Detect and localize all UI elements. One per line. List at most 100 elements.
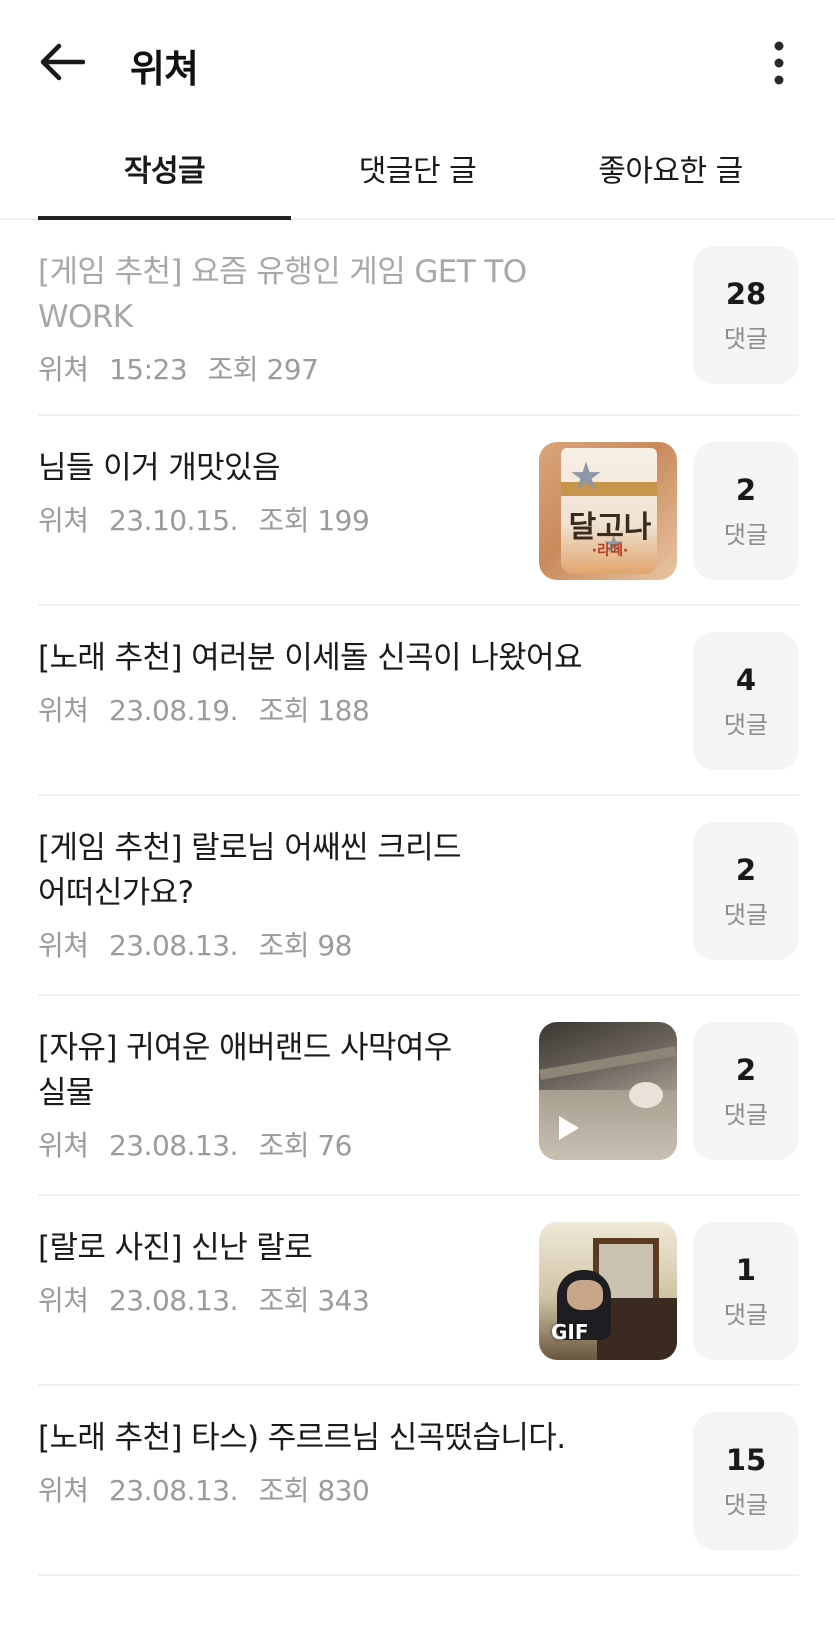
comment-label: 댓글 bbox=[723, 1100, 769, 1129]
post-author: 위쳐 bbox=[38, 504, 89, 537]
list-item: [노래 추천] 타스) 주르르님 신곡떴습니다. 위쳐 23.08.13. 조회… bbox=[38, 1386, 799, 1576]
back-button[interactable] bbox=[30, 30, 94, 94]
post-thumbnail[interactable]: GIF bbox=[539, 1222, 677, 1360]
arrow-left-icon bbox=[40, 43, 85, 81]
gif-badge: GIF bbox=[551, 1320, 589, 1344]
tab-liked-posts[interactable]: 좋아요한 글 bbox=[544, 124, 797, 218]
post-meta: 위쳐 23.10.15. 조회 199 bbox=[38, 499, 523, 539]
comment-label: 댓글 bbox=[723, 900, 769, 929]
post-date: 23.08.13. bbox=[108, 1284, 239, 1317]
comment-count-button[interactable]: 1 댓글 bbox=[693, 1222, 799, 1360]
post-title-line: WORK bbox=[38, 299, 133, 335]
post-title: [게임 추천] 요즘 유행인 게임 GET TO WORK bbox=[38, 250, 677, 340]
tab-commented-posts[interactable]: 댓글단 글 bbox=[291, 124, 544, 218]
post-title-line: [자유] 귀여운 애버랜드 사막여우 bbox=[38, 1030, 452, 1066]
thumbnail-face bbox=[567, 1280, 603, 1310]
post-author: 위쳐 bbox=[38, 1129, 89, 1162]
list-item: [게임 추천] 요즘 유행인 게임 GET TO WORK 위쳐 15:23 조… bbox=[38, 220, 799, 416]
post-meta: 위쳐 15:23 조회 297 bbox=[38, 348, 677, 388]
post-views: 조회 199 bbox=[258, 504, 370, 537]
comment-count: 15 bbox=[725, 1442, 767, 1477]
comment-count: 2 bbox=[735, 472, 757, 507]
post-meta: 위쳐 23.08.19. 조회 188 bbox=[38, 689, 677, 729]
post-meta: 위쳐 23.08.13. 조회 98 bbox=[38, 924, 677, 964]
page-title: 위쳐 bbox=[130, 47, 199, 91]
profile-tabs: 작성글 댓글단 글 좋아요한 글 bbox=[0, 124, 835, 220]
list-item: [게임 추천] 랄로님 어쌔씬 크리드 어떠신가요? 위쳐 23.08.13. … bbox=[38, 796, 799, 996]
post-title: 님들 이거 개맛있음 bbox=[38, 446, 523, 491]
post-link[interactable]: [게임 추천] 요즘 유행인 게임 GET TO WORK 위쳐 15:23 조… bbox=[38, 220, 693, 388]
comment-count-button[interactable]: 2 댓글 bbox=[693, 1022, 799, 1160]
post-meta: 위쳐 23.08.13. 조회 830 bbox=[38, 1469, 677, 1509]
comment-label: 댓글 bbox=[723, 1300, 769, 1329]
comment-count: 1 bbox=[735, 1252, 757, 1287]
more-vertical-icon bbox=[774, 41, 784, 85]
post-title-line: [게임 추천] 랄로님 어쌔씬 크리드 bbox=[38, 830, 462, 866]
star-icon: ★ bbox=[569, 454, 604, 498]
post-link[interactable]: [노래 추천] 여러분 이세돌 신곡이 나왔어요 위쳐 23.08.19. 조회… bbox=[38, 606, 693, 729]
post-link[interactable]: 님들 이거 개맛있음 위쳐 23.10.15. 조회 199 bbox=[38, 416, 539, 539]
comment-count: 4 bbox=[735, 662, 757, 697]
comment-label: 댓글 bbox=[723, 710, 769, 739]
post-title-line: 어떠신가요? bbox=[38, 875, 194, 911]
thumbnail-rail bbox=[539, 1046, 677, 1080]
post-title: [노래 추천] 여러분 이세돌 신곡이 나왔어요 bbox=[38, 636, 677, 681]
post-views: 조회 297 bbox=[207, 353, 319, 386]
post-title-line: 님들 이거 개맛있음 bbox=[38, 450, 280, 486]
post-title: [게임 추천] 랄로님 어쌔씬 크리드 어떠신가요? bbox=[38, 826, 677, 916]
post-date: 15:23 bbox=[108, 353, 188, 386]
comment-count: 28 bbox=[725, 276, 767, 311]
comment-count: 2 bbox=[735, 852, 757, 887]
list-item: [자유] 귀여운 애버랜드 사막여우 실물 위쳐 23.08.13. 조회 76… bbox=[38, 996, 799, 1196]
comment-count-button[interactable]: 2 댓글 bbox=[693, 822, 799, 960]
post-author: 위쳐 bbox=[38, 929, 89, 962]
post-thumbnail[interactable]: ★ ★ 달고나 ·라떼· bbox=[539, 442, 677, 580]
comment-label: 댓글 bbox=[723, 520, 769, 549]
post-title-line: [게임 추천] 요즘 유행인 게임 GET TO bbox=[38, 254, 527, 290]
post-views: 조회 343 bbox=[258, 1284, 370, 1317]
thumbnail-fox bbox=[629, 1082, 663, 1108]
post-list: [게임 추천] 요즘 유행인 게임 GET TO WORK 위쳐 15:23 조… bbox=[0, 220, 835, 1576]
post-title-line: [랄로 사진] 신난 랄로 bbox=[38, 1230, 313, 1266]
list-item: [랄로 사진] 신난 랄로 위쳐 23.08.13. 조회 343 GIF 1 … bbox=[38, 1196, 799, 1386]
top-app-bar: 위쳐 bbox=[0, 0, 835, 124]
post-views: 조회 98 bbox=[258, 929, 352, 962]
post-title: [랄로 사진] 신난 랄로 bbox=[38, 1226, 523, 1271]
post-title-line: [노래 추천] 타스) 주르르님 신곡떴습니다. bbox=[38, 1420, 566, 1456]
post-views: 조회 830 bbox=[258, 1474, 370, 1507]
play-icon bbox=[559, 1116, 579, 1140]
post-title: [자유] 귀여운 애버랜드 사막여우 실물 bbox=[38, 1026, 523, 1116]
comment-count: 2 bbox=[735, 1052, 757, 1087]
post-author: 위쳐 bbox=[38, 353, 89, 386]
post-date: 23.08.13. bbox=[108, 1474, 239, 1507]
post-author: 위쳐 bbox=[38, 1474, 89, 1507]
list-item: 님들 이거 개맛있음 위쳐 23.10.15. 조회 199 ★ ★ 달고나 ·… bbox=[38, 416, 799, 606]
comment-count-button[interactable]: 2 댓글 bbox=[693, 442, 799, 580]
comment-count-button[interactable]: 28 댓글 bbox=[693, 246, 799, 384]
post-views: 조회 76 bbox=[258, 1129, 352, 1162]
post-date: 23.08.13. bbox=[108, 929, 239, 962]
post-meta: 위쳐 23.08.13. 조회 343 bbox=[38, 1279, 523, 1319]
post-title: [노래 추천] 타스) 주르르님 신곡떴습니다. bbox=[38, 1416, 677, 1461]
post-title-line: [노래 추천] 여러분 이세돌 신곡이 나왔어요 bbox=[38, 640, 583, 676]
post-title-line: 실물 bbox=[38, 1075, 94, 1111]
more-options-button[interactable] bbox=[759, 36, 799, 90]
tab-written-posts[interactable]: 작성글 bbox=[38, 124, 291, 220]
post-date: 23.08.19. bbox=[108, 694, 239, 727]
post-views: 조회 188 bbox=[258, 694, 370, 727]
post-link[interactable]: [랄로 사진] 신난 랄로 위쳐 23.08.13. 조회 343 bbox=[38, 1196, 539, 1319]
post-meta: 위쳐 23.08.13. 조회 76 bbox=[38, 1124, 523, 1164]
comment-count-button[interactable]: 15 댓글 bbox=[693, 1412, 799, 1550]
post-date: 23.08.13. bbox=[108, 1129, 239, 1162]
post-link[interactable]: [게임 추천] 랄로님 어쌔씬 크리드 어떠신가요? 위쳐 23.08.13. … bbox=[38, 796, 693, 964]
post-link[interactable]: [노래 추천] 타스) 주르르님 신곡떴습니다. 위쳐 23.08.13. 조회… bbox=[38, 1386, 693, 1509]
thumbnail-subtext: ·라떼· bbox=[591, 543, 629, 559]
post-thumbnail[interactable] bbox=[539, 1022, 677, 1160]
comment-count-button[interactable]: 4 댓글 bbox=[693, 632, 799, 770]
list-item: [노래 추천] 여러분 이세돌 신곡이 나왔어요 위쳐 23.08.19. 조회… bbox=[38, 606, 799, 796]
post-author: 위쳐 bbox=[38, 694, 89, 727]
post-author: 위쳐 bbox=[38, 1284, 89, 1317]
post-date: 23.10.15. bbox=[108, 504, 239, 537]
comment-label: 댓글 bbox=[723, 324, 769, 353]
post-link[interactable]: [자유] 귀여운 애버랜드 사막여우 실물 위쳐 23.08.13. 조회 76 bbox=[38, 996, 539, 1164]
